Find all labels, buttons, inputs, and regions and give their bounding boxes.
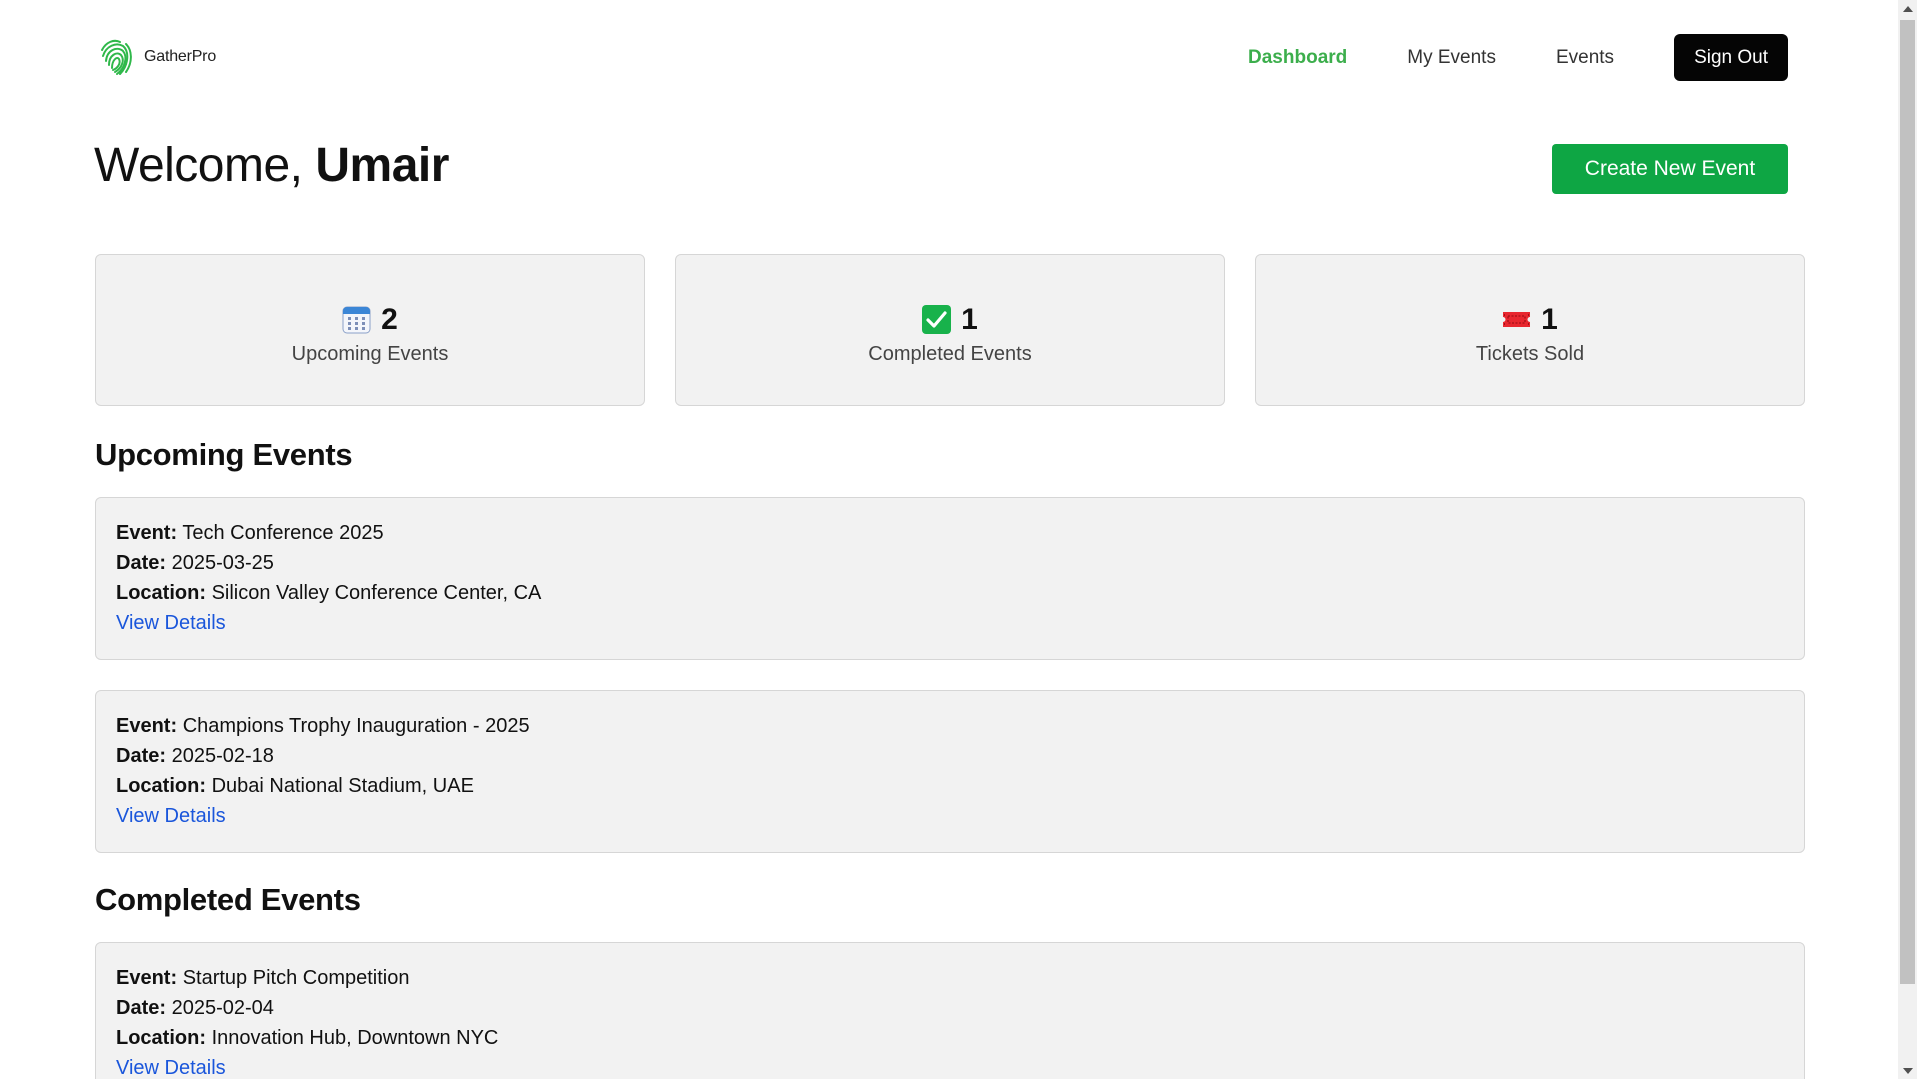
stats-row: 2 Upcoming Events 1 Completed Events 1 T… [95,254,1805,406]
event-name-row: Event: Startup Pitch Competition [116,963,1784,993]
view-details-link[interactable]: View Details [116,801,226,831]
ticket-icon [1503,312,1531,327]
stat-label: Tickets Sold [1475,342,1585,365]
event-location: Dubai National Stadium, UAE [211,775,474,797]
stat-value-row: 1 [1502,303,1558,337]
event-date: 2025-02-18 [171,745,274,767]
stat-count: 1 [961,302,978,336]
event-location: Innovation Hub, Downtown NYC [211,1027,499,1049]
event-date: 2025-02-04 [171,997,274,1019]
event-label: Event: [116,967,178,989]
nav-link-events[interactable]: Events [1556,47,1614,69]
event-card: Event: Tech Conference 2025 Date: 2025-0… [95,497,1805,660]
welcome-greeting: Welcome, [94,139,303,192]
event-location-row: Location: Silicon Valley Conference Cent… [116,578,1784,608]
scroll-up-arrow-icon[interactable] [1898,0,1917,17]
welcome-heading: Welcome, Umair [94,138,449,193]
dashboard-page: GatherPro Dashboard My Events Events Sig… [0,0,1898,1079]
event-card: Event: Champions Trophy Inauguration - 2… [95,690,1805,853]
event-date-row: Date: 2025-03-25 [116,548,1784,578]
event-date-row: Date: 2025-02-18 [116,741,1784,771]
event-location-row: Location: Dubai National Stadium, UAE [116,771,1784,801]
date-label: Date: [116,552,167,574]
event-label: Event: [116,522,178,544]
stat-count: 1 [1541,302,1558,336]
nav-link-dashboard[interactable]: Dashboard [1248,47,1347,69]
event-name: Champions Trophy Inauguration - 2025 [182,715,530,737]
vertical-scrollbar[interactable] [1898,0,1917,1079]
location-label: Location: [116,582,206,604]
brand-logo[interactable]: GatherPro [98,36,216,78]
date-label: Date: [116,997,167,1019]
event-name-row: Event: Tech Conference 2025 [116,518,1784,548]
event-label: Event: [116,715,178,737]
event-name: Tech Conference 2025 [182,522,384,544]
scroll-down-arrow-icon[interactable] [1898,1062,1917,1079]
stat-card-tickets: 1 Tickets Sold [1255,254,1805,406]
stat-card-upcoming: 2 Upcoming Events [95,254,645,406]
stat-label: Completed Events [868,342,1032,365]
nav-link-my-events[interactable]: My Events [1407,47,1496,69]
top-nav: GatherPro Dashboard My Events Events Sig… [0,0,1898,115]
view-details-link[interactable]: View Details [116,1053,226,1079]
scroll-thumb[interactable] [1900,20,1915,984]
upcoming-events-heading: Upcoming Events [95,437,353,472]
view-details-link[interactable]: View Details [116,608,226,638]
event-date: 2025-03-25 [171,552,274,574]
event-location-row: Location: Innovation Hub, Downtown NYC [116,1023,1784,1053]
event-location: Silicon Valley Conference Center, CA [211,582,542,604]
stat-card-completed: 1 Completed Events [675,254,1225,406]
nav-links: Dashboard My Events Events Sign Out [1248,34,1788,81]
calendar-icon [342,306,371,334]
date-label: Date: [116,745,167,767]
brand-name: GatherPro [144,48,217,65]
stat-value-row: 1 [922,303,978,337]
event-card: Event: Startup Pitch Competition Date: 2… [95,942,1805,1079]
logo-icon [101,39,132,75]
viewport: GatherPro Dashboard My Events Events Sig… [0,0,1917,1079]
sign-out-button[interactable]: Sign Out [1674,34,1788,81]
stat-value-row: 2 [342,303,398,337]
event-name: Startup Pitch Competition [182,967,410,989]
welcome-user-name: Umair [315,139,449,192]
location-label: Location: [116,775,206,797]
stat-label: Upcoming Events [291,342,449,365]
stat-count: 2 [381,302,398,336]
event-date-row: Date: 2025-02-04 [116,993,1784,1023]
event-name-row: Event: Champions Trophy Inauguration - 2… [116,711,1784,741]
create-new-event-button[interactable]: Create New Event [1552,144,1788,194]
completed-events-heading: Completed Events [95,882,361,917]
check-icon [922,305,952,334]
location-label: Location: [116,1027,206,1049]
